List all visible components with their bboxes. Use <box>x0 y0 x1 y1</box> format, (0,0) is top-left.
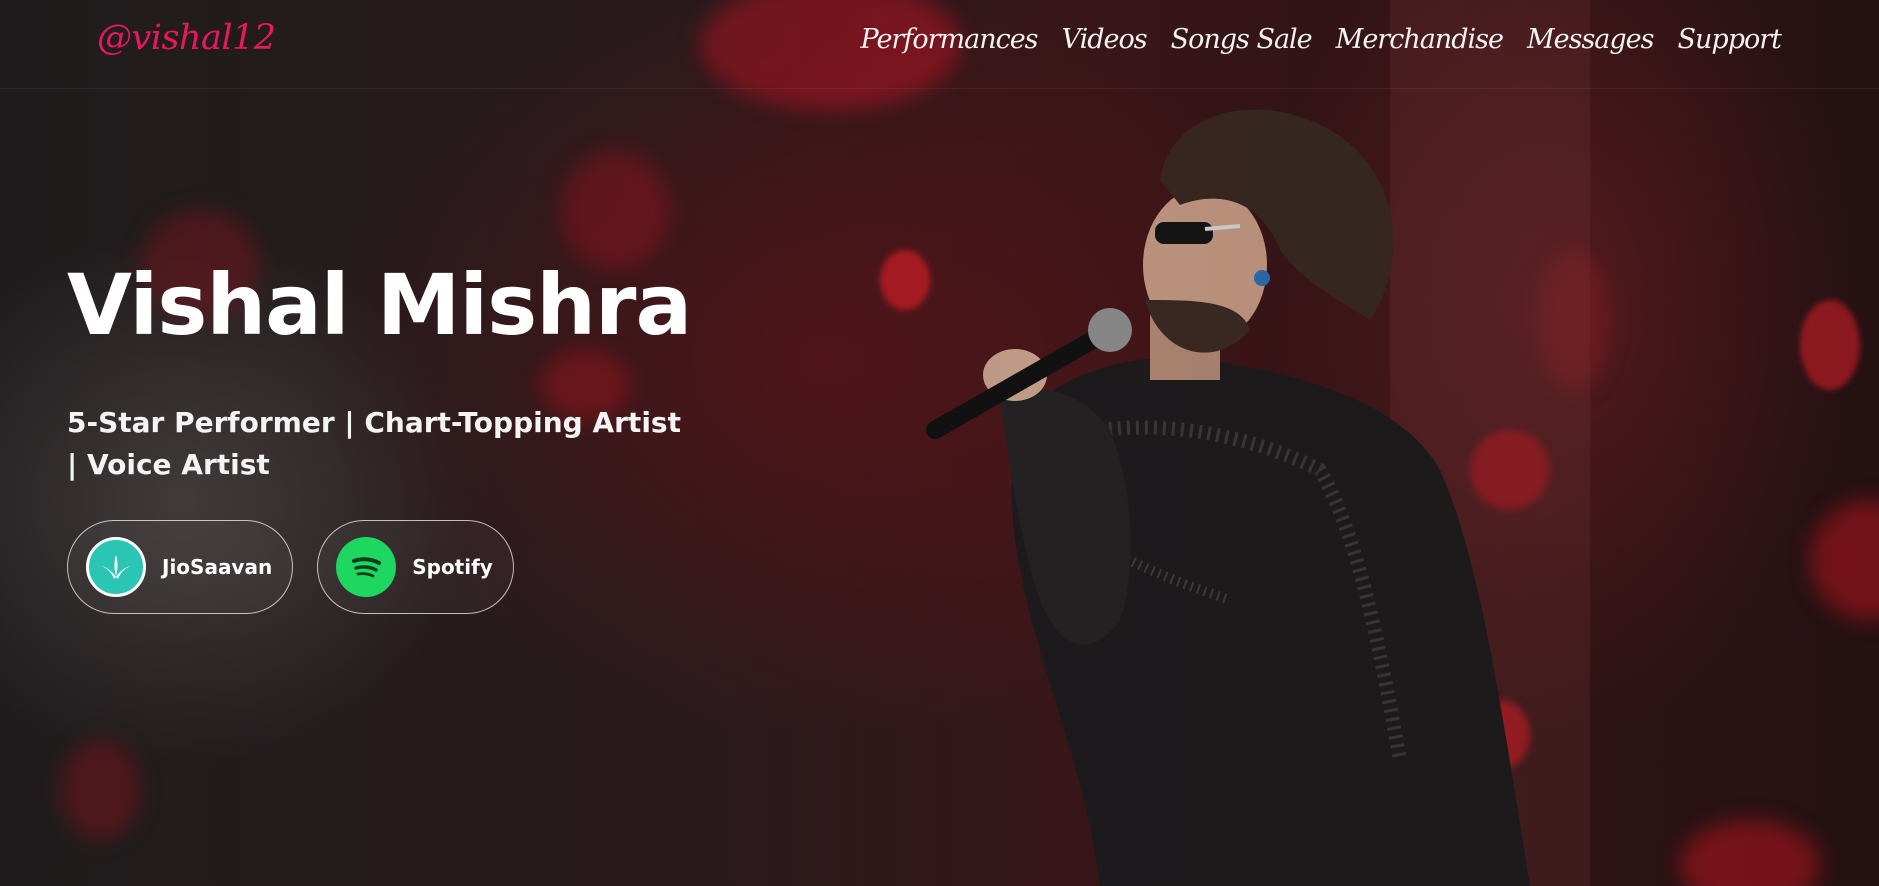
nav-songs-sale[interactable]: Songs Sale <box>1171 24 1313 55</box>
nav-messages[interactable]: Messages <box>1527 24 1655 55</box>
nav-support[interactable]: Support <box>1678 24 1782 55</box>
spotify-label: Spotify <box>412 555 493 579</box>
top-navbar: @vishal12 Performances Videos Songs Sale… <box>0 0 1879 89</box>
artist-name: Vishal Mishra <box>67 256 692 354</box>
streaming-links: JioSaavan Spotify <box>67 520 514 614</box>
nav-videos[interactable]: Videos <box>1062 24 1148 55</box>
spotify-button[interactable]: Spotify <box>317 520 514 614</box>
jiosaavn-icon <box>86 537 146 597</box>
nav-performances[interactable]: Performances <box>861 24 1039 55</box>
spotify-icon <box>336 537 397 597</box>
site-logo[interactable]: @vishal12 <box>97 18 276 58</box>
nav-merchandise[interactable]: Merchandise <box>1336 24 1504 55</box>
jiosaavn-button[interactable]: JioSaavan <box>67 520 294 614</box>
hero-section: @vishal12 Performances Videos Songs Sale… <box>0 0 1879 886</box>
main-nav: Performances Videos Songs Sale Merchandi… <box>861 24 1783 55</box>
jiosaavn-label: JioSaavan <box>162 555 273 579</box>
artist-tagline: 5-Star Performer | Chart-Topping Artist … <box>67 406 681 481</box>
